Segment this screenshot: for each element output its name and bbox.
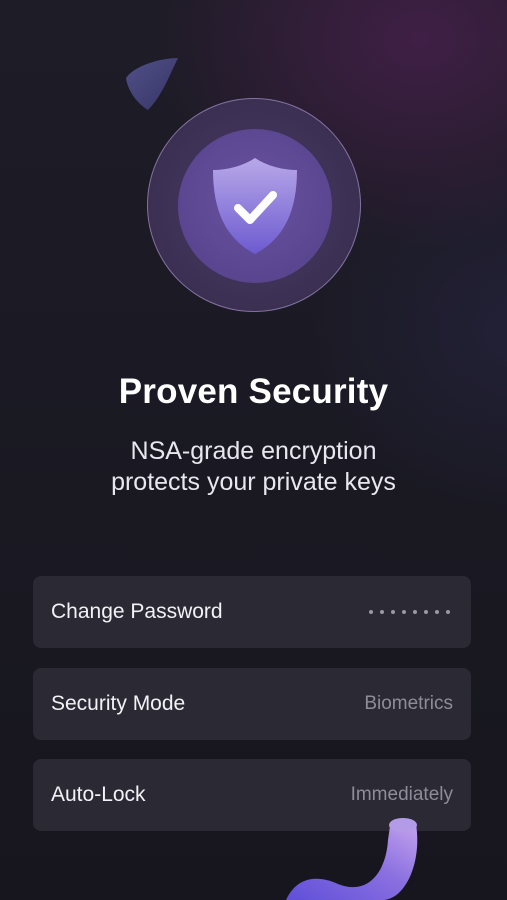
subtitle-line: NSA-grade encryption: [130, 437, 377, 465]
row-value: Immediately: [350, 784, 453, 805]
row-value: Biometrics: [364, 693, 453, 714]
security-badge: [147, 98, 361, 312]
security-badge-inner: [178, 129, 332, 283]
decorative-shape-bottom: [286, 818, 418, 900]
security-mode-row[interactable]: Security Mode Biometrics: [33, 668, 471, 740]
page-title: Proven Security: [118, 372, 389, 411]
subtitle-line: protects your private keys: [111, 468, 396, 496]
row-label: Change Password: [51, 600, 223, 623]
row-label: Security Mode: [51, 692, 186, 715]
decorative-shape-top: [126, 58, 178, 110]
shield-check-icon: [213, 158, 297, 254]
change-password-row[interactable]: Change Password: [33, 576, 471, 648]
password-mask-dots: [369, 610, 450, 614]
page-subtitle: NSA-grade encryption protects your priva…: [0, 436, 507, 498]
row-label: Auto-Lock: [51, 783, 146, 806]
